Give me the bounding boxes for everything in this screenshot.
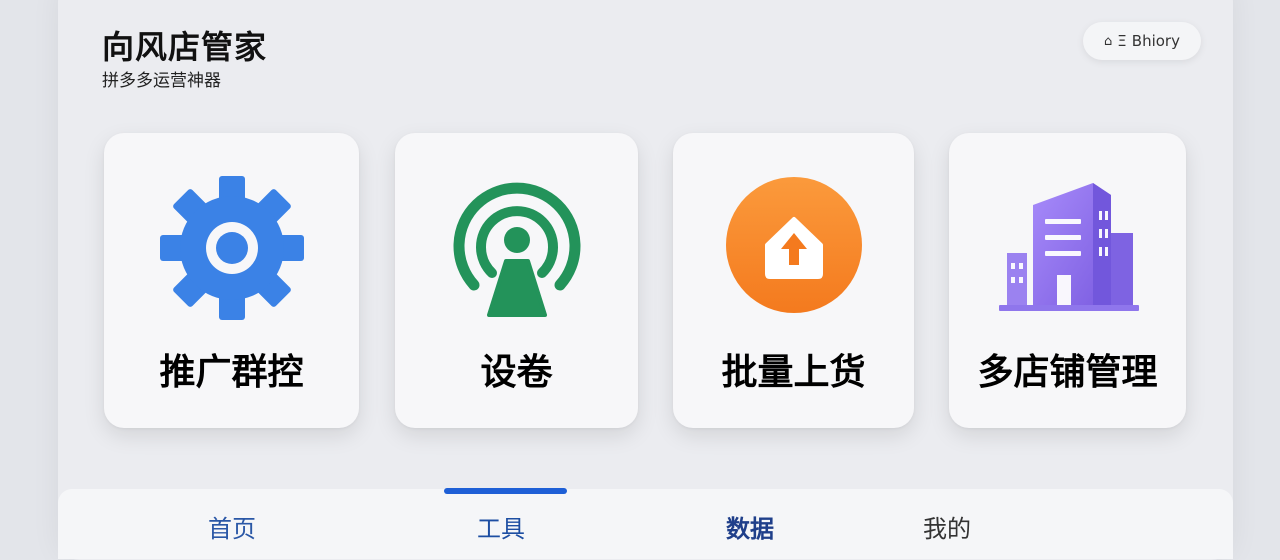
app-title: 向风店管家 — [102, 28, 268, 66]
card-label: 批量上货 — [721, 352, 866, 393]
card-bulk-listing[interactable]: 批量上货 — [673, 133, 914, 428]
pill-prefix: Ξ — [1117, 32, 1127, 50]
account-pill-button[interactable]: ⌂ Ξ Bhiory — [1083, 22, 1201, 60]
active-tab-indicator — [444, 488, 567, 494]
user-icon: ⌂ — [1104, 33, 1113, 49]
card-label: 设卷 — [480, 352, 553, 393]
broadcast-icon — [453, 182, 580, 317]
card-multi-store-management[interactable]: 多店铺管理 — [949, 133, 1186, 428]
tab-me[interactable]: 我的 — [923, 509, 971, 544]
tab-tools[interactable]: 工具 — [477, 509, 525, 544]
pill-label: Bhiory — [1131, 32, 1180, 50]
bottom-tab-bar: 首页 工具 数据 我的 — [58, 489, 1233, 559]
app-subtitle: 拼多多运营神器 — [102, 71, 221, 91]
tab-data[interactable]: 数据 — [726, 509, 774, 544]
gear-icon — [159, 176, 304, 320]
tab-home[interactable]: 首页 — [208, 509, 256, 544]
card-promotion-group-control[interactable]: 推广群控 — [104, 133, 359, 428]
card-label: 多店铺管理 — [977, 352, 1158, 393]
building-icon — [998, 183, 1139, 311]
card-label: 推广群控 — [159, 352, 304, 393]
card-coupon-setting[interactable]: 设卷 — [395, 133, 638, 428]
upload-house-icon — [725, 177, 862, 313]
